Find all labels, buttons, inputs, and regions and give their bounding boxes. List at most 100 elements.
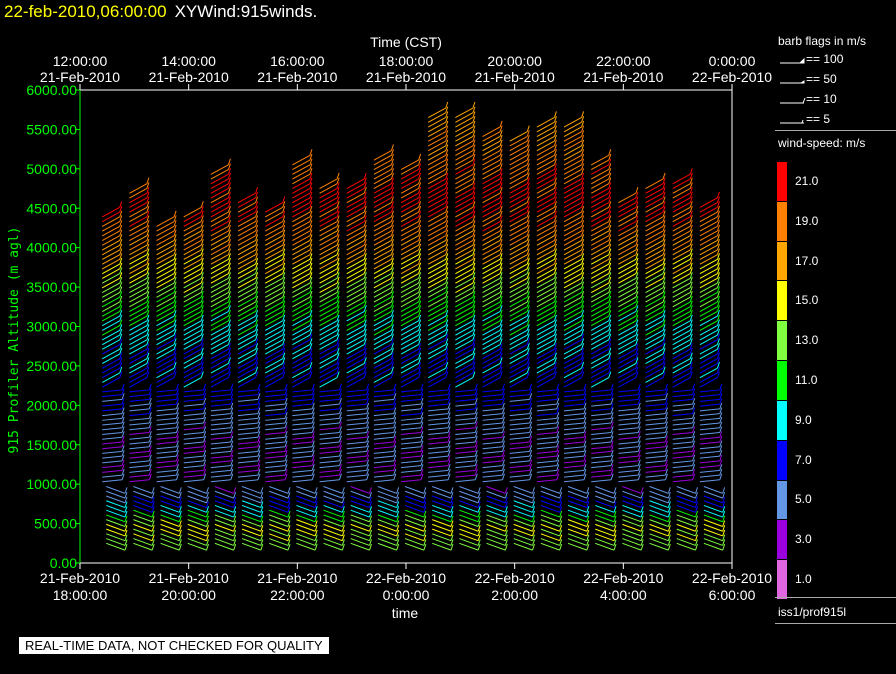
- barb-shaft-18-18: [591, 455, 612, 459]
- barb-shaft-12-23: [428, 432, 449, 435]
- barb-shaft-0-57: [101, 263, 121, 275]
- barb-shaft-9-61: [346, 244, 365, 256]
- barb-shaft-5-58: [237, 258, 256, 270]
- barb-shaft-2-64: [156, 230, 175, 242]
- barb-shaft-3-64: [183, 230, 202, 242]
- barb-shaft-17-38: [563, 353, 582, 364]
- barb-shaft-3-34: [183, 372, 202, 383]
- barb-shaft-12-31: [428, 394, 449, 398]
- barb-shaft-19-31: [618, 394, 639, 398]
- barb-shaft-11-47: [400, 310, 419, 322]
- barb-shaft-16-78: [536, 164, 555, 175]
- barb-shaft-9-53: [346, 282, 365, 294]
- barb-shaft-18-39: [590, 348, 610, 360]
- barb-shaft-4-18: [210, 455, 231, 459]
- barb-shaft-7-27: [292, 413, 313, 417]
- barb-shaft-6-39: [264, 348, 284, 360]
- barb-shaft-12-74: [427, 183, 447, 194]
- barb-shaft-14-77: [482, 169, 501, 180]
- barb-shaft-7-21: [292, 441, 313, 445]
- barb-shaft-10-33: [373, 377, 392, 388]
- barb-shaft-0-40: [101, 344, 121, 355]
- barb-shaft-18-80: [590, 154, 610, 166]
- barb-shaft-11-39: [400, 348, 419, 360]
- barb-shaft-15-74: [509, 183, 528, 194]
- barb-shaft-7-16: [292, 465, 313, 469]
- barb-shaft-21-31: [672, 394, 693, 398]
- barb-shaft-7-26: [292, 417, 313, 421]
- barb-shaft-3-41: [183, 339, 202, 350]
- barb-shaft-12-61: [427, 244, 447, 256]
- barb-shaft-8-49: [319, 301, 338, 312]
- barb-shaft-8-20: [319, 446, 340, 450]
- barb-shaft-15-45: [509, 320, 528, 331]
- barb-shaft-10-24: [373, 427, 394, 431]
- barb-shaft-7-65: [292, 225, 311, 237]
- barb-shaft-15-15: [509, 469, 530, 473]
- barb-shaft-16-59: [536, 254, 555, 265]
- barb-shaft-7-43: [292, 329, 311, 341]
- barb-shaft-21-22: [672, 436, 693, 440]
- barb-shaft-10-15: [373, 469, 394, 473]
- barb-shaft-16-69: [536, 206, 555, 218]
- barb-shaft-21-23: [672, 432, 693, 435]
- barb-shaft-9-51: [346, 292, 365, 303]
- barb-shaft-20-75: [645, 178, 664, 189]
- barb-shaft-8-13: [319, 479, 340, 483]
- barb-shaft-20-17: [645, 460, 666, 464]
- barb-shaft-13-80: [455, 154, 474, 166]
- barb-shaft-7-77: [292, 169, 311, 180]
- barb-shaft-9-59: [346, 254, 365, 265]
- barb-shaft-8-51: [319, 292, 338, 303]
- barb-shaft-6-53: [264, 282, 284, 294]
- barb-shaft-14-60: [482, 249, 501, 260]
- barb-shaft-14-26: [482, 417, 503, 421]
- barb-shaft-0-68: [101, 211, 121, 223]
- barb-shaft-6-20: [265, 446, 286, 450]
- barb-shaft-7-28: [292, 408, 313, 412]
- barb-shaft-22-67: [699, 216, 718, 227]
- barb-shaft-6-32: [265, 389, 286, 393]
- barb-shaft-12-80: [427, 154, 447, 166]
- barb-shaft-17-77: [563, 169, 582, 180]
- barb-shaft-22-52: [699, 287, 718, 298]
- barb-shaft-3-55: [183, 273, 202, 284]
- barb-shaft-16-71: [536, 197, 555, 208]
- barb-shaft-14-15: [482, 469, 503, 473]
- barb-shaft-6-34: [264, 372, 284, 383]
- barb-shaft-4-60: [210, 249, 229, 260]
- barb-shaft-1-69: [129, 206, 148, 218]
- barb-shaft-15-28: [509, 408, 530, 412]
- barb-shaft-0-58: [101, 258, 121, 270]
- barb-50-flag-icon: [799, 80, 805, 84]
- barb-shaft-19-43: [618, 329, 637, 341]
- barb-shaft-6-45: [264, 320, 284, 331]
- barb-shaft-20-54: [645, 277, 664, 289]
- top-tick-label-b-3: 21-Feb-2010: [366, 69, 446, 85]
- barb-shaft-1-45: [129, 320, 148, 331]
- barb-shaft-3-49: [183, 301, 202, 312]
- barb-shaft-1-36: [129, 362, 148, 374]
- barb-shaft-6-58: [264, 258, 284, 270]
- barb-shaft-10-41: [373, 339, 392, 350]
- barb-shaft-14-19: [482, 450, 503, 454]
- barb-shaft-10-67: [373, 216, 392, 227]
- barb-shaft-7-15: [292, 469, 313, 473]
- barb-shaft-19-69: [618, 206, 637, 218]
- barb-shaft-15-58: [509, 258, 528, 270]
- barb-shaft-14-83: [482, 140, 501, 152]
- barb-shaft-14-84: [482, 135, 501, 147]
- barb-shaft-6-28: [265, 408, 286, 412]
- barb-shaft-20-23: [645, 432, 666, 435]
- barb-shaft-2-27: [156, 413, 177, 417]
- barb-shaft-5-45: [237, 320, 256, 331]
- barb-shaft-12-39: [427, 348, 447, 360]
- y-tick-label-9: 4500.00: [26, 200, 77, 216]
- barb-shaft-18-25: [591, 422, 612, 426]
- barb-shaft-17-41: [563, 339, 582, 350]
- barb-shaft-21-47: [672, 310, 691, 322]
- barb-shaft-11-60: [400, 249, 419, 260]
- barb-shaft-19-47: [618, 310, 637, 322]
- barb-shaft-10-14: [373, 474, 394, 478]
- barb-shaft-5-20: [238, 446, 259, 450]
